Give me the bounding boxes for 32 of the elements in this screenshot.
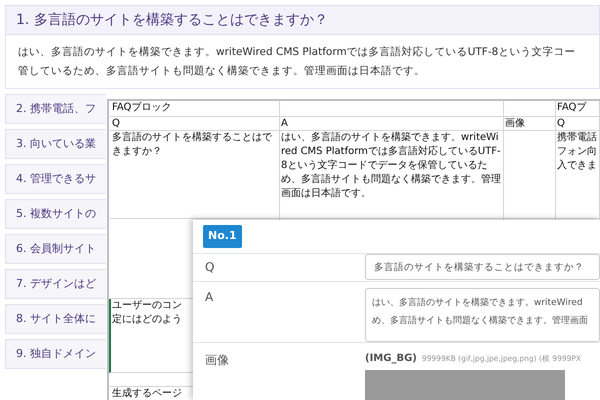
sheet-cell-text: 画像 xyxy=(505,117,525,130)
number-badge: No.1 xyxy=(203,225,242,248)
answer-textarea[interactable]: はい、多言語のサイトを構築できます。writeWired め、多言語サイトも問題なく構築できます。管理画面 xyxy=(365,288,600,342)
field-label: Q xyxy=(205,259,216,276)
faq-question[interactable]: 6. 会員制サイト xyxy=(5,234,106,264)
faq-question[interactable]: 5. 複数サイトの xyxy=(5,199,106,229)
sheet-cell-text: A xyxy=(281,117,288,130)
faq-question[interactable]: 9. 独自ドメイン xyxy=(5,339,106,369)
faq-question[interactable]: 7. デザインはど xyxy=(5,269,106,299)
sheet-cell-text: フォン向 xyxy=(557,145,597,159)
faq-question[interactable]: 4. 管理できるサ xyxy=(5,164,106,194)
sheet-cell-text: Q xyxy=(557,117,565,130)
sheet-cell-text: 携帯電話 xyxy=(557,131,597,145)
sheet-cell-text: FAQブ xyxy=(557,101,586,115)
sheet-cell-text: 多言語のサイトを構築することはできますか？ xyxy=(112,131,273,159)
sheet-cell-text: Q xyxy=(112,117,120,130)
faq-answer-line: 管しているため、多言語サイトも問題なく構築できます。管理画面は日本語です。 xyxy=(18,64,425,79)
field-label: A xyxy=(205,289,214,306)
sheet-cell-text: ユーザーのコン xyxy=(112,299,182,313)
sheet-cell-text: 入できま xyxy=(557,159,597,173)
faq-question[interactable]: 3. 向いている業 xyxy=(5,129,106,159)
faq-answer-line: はい、多言語のサイトを構築できます。writeWired CMS Platformでは多言語対応しているUTF-8という文字コー xyxy=(18,45,576,60)
question-input[interactable]: 多言語のサイトを構築することはできますか？ xyxy=(365,254,600,280)
sheet-cell-text: 定にはどのよう xyxy=(112,313,182,327)
image-tag: (IMG_BG) xyxy=(365,351,417,366)
faq-question[interactable]: 8. サイト全体に xyxy=(5,304,106,334)
faq-question[interactable]: 2. 携帯電話、フ xyxy=(5,94,106,124)
sheet-cell-text: はい、多言語のサイトを構築できます。writeWired CMS Platformでは多言語対応しているUTF-8という文字コードでデータを保管しているため、多言語サイトも問題なく構築できます。管理画面は日本語です。 xyxy=(281,131,502,201)
field-label: 画像 xyxy=(205,352,230,369)
faq-question[interactable]: 1. 多言語のサイトを構築することはできますか？ xyxy=(5,5,600,35)
sheet-cell-text: FAQブロック xyxy=(112,101,172,115)
sheet-cell-text: 生成するページ xyxy=(112,387,182,400)
